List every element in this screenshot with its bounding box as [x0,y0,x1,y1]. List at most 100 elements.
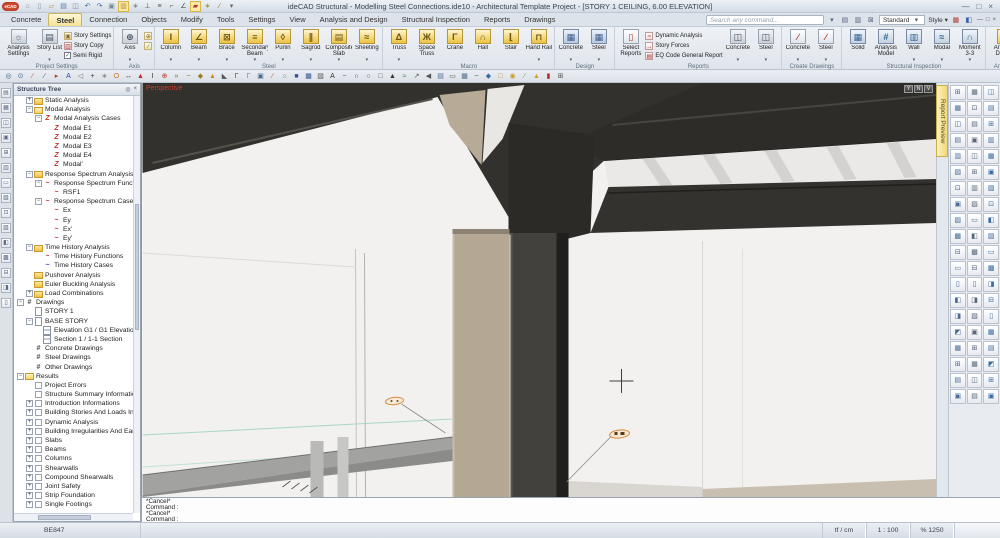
toolbar-icon[interactable]: ▦ [459,71,470,82]
quick-access-icon[interactable]: ↶ [82,1,93,12]
reports-steel-button[interactable]: ◫ Steel ▾ [752,28,779,63]
toolbar-icon[interactable]: ◁ [75,71,86,82]
tree-item[interactable]: Elevation G1 / G1 Elevation [14,326,133,335]
tree-item[interactable]: Z Modal' [14,160,133,169]
right-toolbar-icon[interactable]: ⊞ [967,341,983,356]
dynamic-analysis-button[interactable]: ≈ Dynamic Analysis [645,31,723,40]
right-toolbar-icon[interactable]: ◧ [967,229,983,244]
quick-access-icon[interactable]: ↷ [94,1,105,12]
tree-item[interactable]: − Results [14,372,133,381]
right-toolbar-icon[interactable]: ▨ [950,213,966,228]
toolbar-icon[interactable]: Γ [231,71,242,82]
right-toolbar-icon[interactable]: ▣ [967,133,983,148]
report-preview-tab[interactable]: Report Preview [936,85,948,157]
quick-access-icon[interactable]: ∗ [130,1,141,12]
toolbar-icon[interactable]: □ [375,71,386,82]
sloped-axis-button[interactable]: ∕ [144,41,152,50]
perspective-viewport[interactable]: Perspective YNV [141,83,936,497]
tree-item[interactable]: ~ Ey' [14,234,133,243]
solid-button[interactable]: ▦ Solid [844,28,871,58]
story-copy-button[interactable]: ▥ Story Copy [64,41,111,50]
toolbar-icon[interactable]: ∩ [351,71,362,82]
viewport-button[interactable]: Y [904,85,913,93]
secondary-beam-button[interactable]: ≡ Secondary Beam ▾ [241,28,268,63]
toolbar-icon[interactable]: ◉ [507,71,518,82]
right-toolbar-icon[interactable]: ⊞ [983,373,999,388]
quick-access-icon[interactable]: ∕ [214,1,225,12]
analysis-design-button[interactable]: ϟ Analysis Design ▾ [988,28,1000,63]
toolbar-icon[interactable]: Γ [243,71,254,82]
close-icon[interactable]: × [133,86,137,93]
toolbar-icon[interactable]: ▤ [435,71,446,82]
toolbar-icon[interactable]: » [171,71,182,82]
right-toolbar-icon[interactable]: ◩ [983,357,999,372]
layer-icon[interactable]: ▤ [840,16,850,24]
toolbar-icon[interactable]: ∕ [27,71,38,82]
right-toolbar-icon[interactable]: ▦ [950,341,966,356]
search-input[interactable] [706,15,824,25]
crane-button[interactable]: Γ Crane [441,28,468,58]
right-toolbar-icon[interactable]: ▯ [967,277,983,292]
toolbar-icon[interactable]: A [63,71,74,82]
tree-item[interactable]: + Building Stories And Loads Information… [14,408,133,417]
right-toolbar-icon[interactable]: ▥ [950,149,966,164]
tree-item[interactable]: ~ Time History Functions [14,252,133,261]
toolbar-icon[interactable]: ■ [291,71,302,82]
tree-horizontal-scrollbar[interactable] [14,513,133,521]
tree-expander[interactable]: − [26,106,33,113]
ribbon-tab[interactable]: Concrete [4,13,48,26]
tree-expander[interactable]: − [26,318,33,325]
ribbon-tab[interactable]: Tools [210,13,242,26]
status-cell[interactable]: tf / cm [822,523,866,538]
create-drawings-concrete-button[interactable]: ∕ Concrete ▾ [784,28,811,63]
story-settings-button[interactable]: ▣ Story Settings [64,31,111,40]
tree-item[interactable]: Z Modal E3 [14,142,133,151]
toolbar-icon[interactable]: ◆ [483,71,494,82]
wall-button[interactable]: ▥ Wall ▾ [900,28,927,63]
tree-item[interactable]: ~ Time History Cases [14,261,133,270]
right-toolbar-icon[interactable]: ▭ [950,261,966,276]
space-truss-button[interactable]: Ж Space Truss [413,28,440,58]
left-strip-icon[interactable]: ⊟ [1,268,11,278]
tree-item[interactable]: ~ Ey [14,215,133,224]
left-strip-icon[interactable]: ◧ [1,238,11,248]
right-toolbar-icon[interactable]: ▦ [983,325,999,340]
tree-item[interactable]: # Steel Drawings [14,353,133,362]
tree-item[interactable]: ~ Ex [14,206,133,215]
analysis-model-button[interactable]: # Analysis Model [872,28,899,58]
tree-item[interactable]: + Shearwalls [14,464,133,473]
tree-item[interactable]: − ~ Response Spectrum Functions [14,179,133,188]
tree-expander[interactable]: + [26,97,33,104]
story-forces-button[interactable]: → Story Forces [645,41,723,50]
right-toolbar-icon[interactable]: ⊞ [950,357,966,372]
right-toolbar-icon[interactable]: ▤ [983,341,999,356]
search-dropdown-caret[interactable]: ▾ [827,16,837,24]
left-strip-icon[interactable]: ▧ [1,193,11,203]
tree-item[interactable]: STORY 1 [14,307,133,316]
right-toolbar-icon[interactable]: ◨ [950,309,966,324]
ribbon-tab[interactable]: Reports [477,13,517,26]
tree-item[interactable]: + Dynamic Analysis [14,418,133,427]
right-toolbar-icon[interactable]: ◨ [967,293,983,308]
mdi-close-button[interactable]: × [992,17,996,23]
quick-access-icon[interactable]: ◫ [70,1,81,12]
right-toolbar-icon[interactable]: ⊞ [967,165,983,180]
brace-button[interactable]: ⊠ Brace ▾ [213,28,240,63]
toolbar-icon[interactable]: ▲ [387,71,398,82]
eq-code-general-report-button[interactable]: ▤ EQ Code General Report [645,51,723,60]
right-toolbar-icon[interactable]: ▩ [967,245,983,260]
quick-access-icon[interactable]: ▣ [106,1,117,12]
right-toolbar-icon[interactable]: ▣ [983,389,999,404]
toolbar-icon[interactable]: ◆ [195,71,206,82]
toolbar-icon[interactable]: ∕ [39,71,50,82]
status-cell[interactable]: % 1250 [910,523,954,538]
toolbar-icon[interactable]: ↔ [123,71,134,82]
right-toolbar-icon[interactable]: ⊞ [950,85,966,100]
tree-expander[interactable]: − [35,198,42,205]
quick-access-icon[interactable]: ∗ [202,1,213,12]
right-toolbar-icon[interactable]: ⊟ [967,261,983,276]
left-strip-icon[interactable]: ▭ [1,178,11,188]
tree-expander[interactable]: + [26,474,33,481]
right-toolbar-icon[interactable]: ▣ [967,325,983,340]
right-toolbar-icon[interactable]: ◧ [950,293,966,308]
